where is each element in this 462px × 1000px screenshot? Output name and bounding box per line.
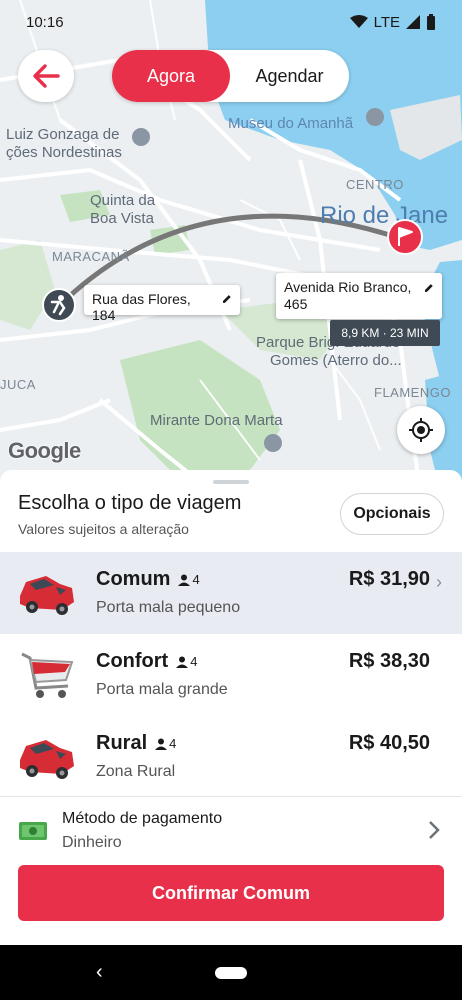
person-icon [178,574,191,586]
arrow-left-icon [33,64,60,88]
options-button[interactable]: Opcionais [340,493,444,535]
wifi-icon [349,15,368,28]
pin-icon [132,128,150,146]
map-label-centro: CENTRO [346,177,404,192]
camera-icon [264,434,282,452]
museum-icon [366,108,384,126]
ride-price: R$ 38,30 [348,650,430,672]
battery-icon [427,14,435,30]
ride-name: Comum 4 [96,568,200,591]
person-icon [176,656,189,668]
crosshair-icon [409,418,433,442]
map-label-flamengo: FLAMENGO [374,385,451,400]
toggle-schedule[interactable]: Agendar [230,50,349,102]
map-label-museu: Museu do Amanhã [228,115,354,132]
capacity-count: 4 [169,736,177,751]
map-label-parque-2: Gomes (Aterro do... [270,352,402,369]
distance-badge: 8,9 KM · 23 MIN [330,320,440,346]
nav-home-pill[interactable] [215,967,247,979]
network-label: LTE [373,13,400,31]
payment-label: Método de pagamento [62,810,223,827]
destination-address: Avenida Rio Branco, 465 [284,279,412,312]
map-label-maracana: MARACANÃ [52,249,130,264]
confirm-button[interactable]: Confirmar Comum [18,865,444,921]
edit-pencil-icon [223,295,232,303]
map-label-luiz-1: Luiz Gonzaga de [6,126,120,143]
map-view[interactable]: 10:16 LTE Agora Agendar Museu do Amanhã … [0,0,462,490]
map-label-rio: Rio de Jane [320,202,449,229]
ride-selection-sheet: Escolha o tipo de viagem Valores sujeito… [0,470,462,945]
ride-option-rural[interactable]: Rural 4 Zona Rural R$ 40,50 [0,716,462,798]
sheet-handle[interactable] [213,480,249,484]
ride-option-confort[interactable]: Confort 4 Porta mala grande R$ 38,30 [0,634,462,716]
destination-callout[interactable]: Avenida Rio Branco, 465 [276,273,442,319]
flag-pin-icon [387,219,423,255]
ride-price: R$ 31,90 [348,568,430,590]
ride-name-text: Rural [96,732,148,754]
capacity-count: 4 [192,572,200,587]
capacity: 4 [155,736,176,751]
sheet-subtitle: Valores sujeitos a alteração [18,521,189,537]
map-label-mirante: Mirante Dona Marta [150,412,283,429]
map-label-quinta-2: Boa Vista [90,210,154,227]
origin-address: Rua das Flores, 184 [92,291,191,323]
time-toggle[interactable]: Agora Agendar [112,50,349,102]
chevron-right-icon [429,821,440,839]
car-icon [20,576,74,615]
edit-pencil-icon [425,284,434,292]
ride-description: Porta mala pequeno [96,599,241,616]
status-time: 10:16 [26,13,64,31]
ride-description: Porta mala grande [96,681,228,698]
person-pin-icon [42,288,76,322]
ride-description: Zona Rural [96,763,176,780]
ride-name: Rural 4 [96,732,176,755]
signal-icon [406,15,420,29]
status-bar: 10:16 LTE [0,0,462,44]
payment-value: Dinheiro [62,834,122,851]
ride-name: Confort 4 [96,650,197,673]
capacity-count: 4 [190,654,198,669]
payment-method-row[interactable]: Método de pagamento Dinheiro [0,802,462,858]
capacity: 4 [176,654,197,669]
my-location-button[interactable] [397,406,445,454]
ride-name-text: Confort [96,650,169,672]
car-icon [20,740,74,779]
origin-callout[interactable]: Rua das Flores, 184 [84,285,240,323]
cash-icon [19,822,47,840]
capacity: 4 [178,572,200,587]
google-logo: Google [8,438,81,463]
map-label-luiz-2: ções Nordestinas [6,144,122,161]
chevron-right-icon: › [436,572,442,592]
map-label-quinta-1: Quinta da [90,192,156,209]
ride-option-comum[interactable]: Comum 4 Porta mala pequeno R$ 31,90 › [0,552,462,634]
toggle-now[interactable]: Agora [112,50,230,102]
divider [0,796,462,797]
sheet-title: Escolha o tipo de viagem [18,492,242,514]
ride-price: R$ 40,50 [348,732,430,754]
person-icon [155,738,168,750]
cart-icon [21,652,74,698]
ride-name-text: Comum [96,568,171,590]
map-label-juca: JUCA [0,377,36,392]
system-nav-bar: ‹ [0,945,462,1000]
nav-back-icon[interactable]: ‹ [96,961,103,984]
sheet-header: Escolha o tipo de viagem Valores sujeito… [18,492,241,537]
back-button[interactable] [18,50,74,102]
